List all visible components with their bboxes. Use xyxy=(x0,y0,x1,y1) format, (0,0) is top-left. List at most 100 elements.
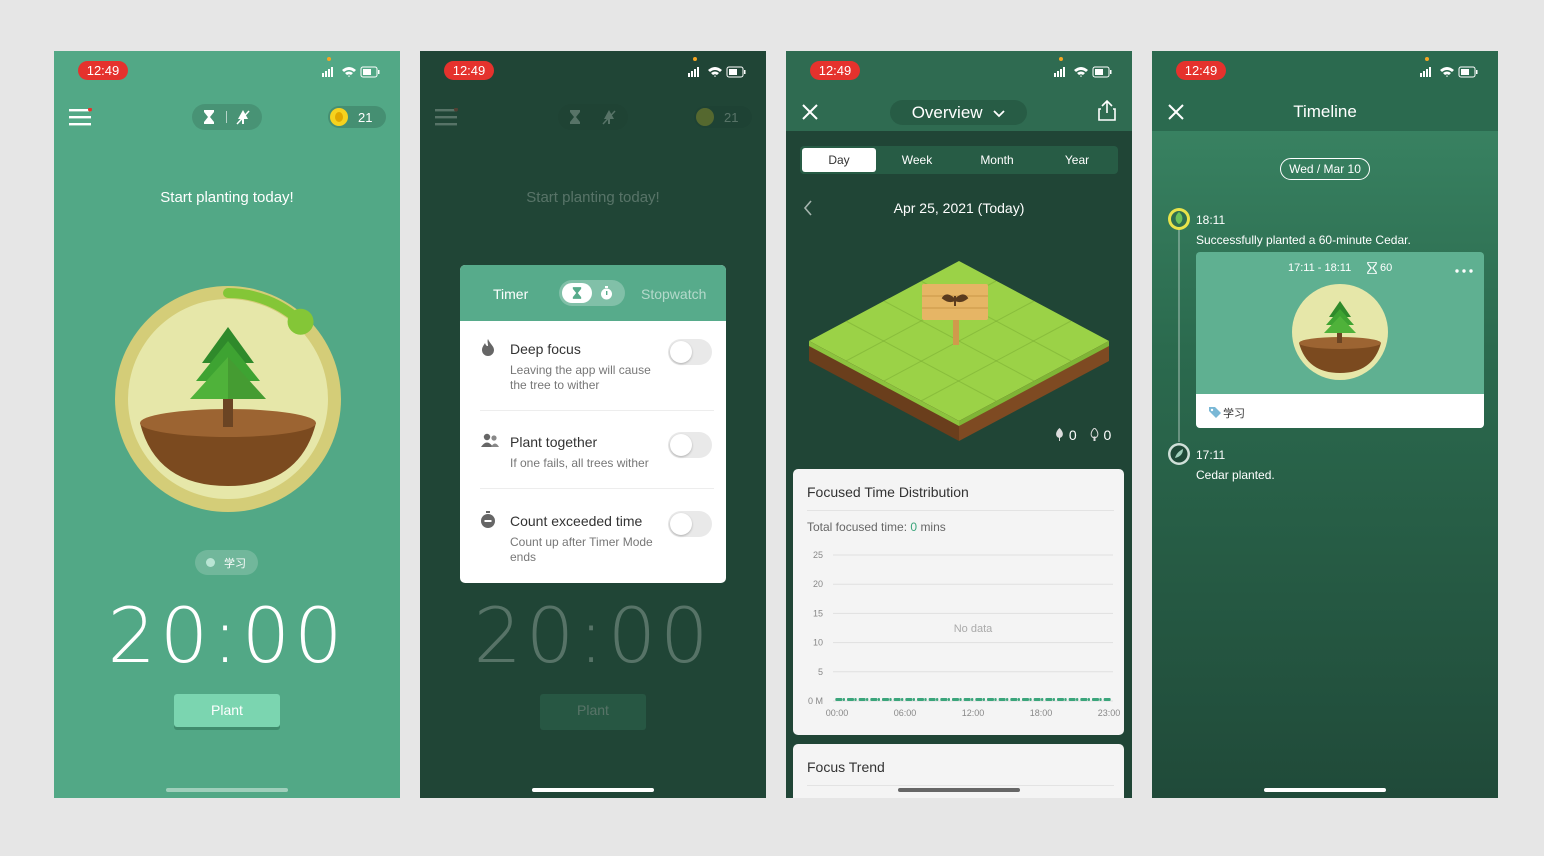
coin-icon xyxy=(696,108,714,126)
event-time: 18:11 xyxy=(1196,213,1226,227)
signal-wifi-battery-icon xyxy=(688,66,746,78)
plant-button[interactable]: Plant xyxy=(174,694,280,727)
bar-gap-mark xyxy=(947,698,950,701)
card-title: Focus Trend xyxy=(807,759,885,775)
option-description: Leaving the app will cause the tree to w… xyxy=(510,363,651,392)
bar-gap-mark xyxy=(854,698,857,701)
cedar-tree-icon xyxy=(1292,284,1388,380)
tab-week[interactable]: Week xyxy=(880,148,954,172)
card-title: Focused Time Distribution xyxy=(807,484,969,500)
overview-title: Overview xyxy=(911,103,983,122)
bar xyxy=(905,698,913,701)
healthy-count: 0 xyxy=(1068,427,1077,443)
overview-dropdown[interactable]: Overview xyxy=(890,100,1027,125)
y-tick-label: 25 xyxy=(813,550,823,560)
hourglass-icon xyxy=(572,287,582,299)
mic-indicator xyxy=(1059,57,1063,61)
mic-indicator xyxy=(1425,57,1429,61)
bar xyxy=(975,698,983,701)
timer-stopwatch-switch[interactable] xyxy=(559,280,625,306)
deep-focus-toggle[interactable] xyxy=(668,339,712,365)
status-bar: 12:49 xyxy=(54,51,400,87)
bar xyxy=(882,698,889,701)
more-icon[interactable] xyxy=(1455,269,1473,273)
bar xyxy=(870,698,878,701)
x-tick-label: 12:00 xyxy=(962,708,985,718)
timer-mode-modal: Timer Stopwatch Deep focus Leaving the a… xyxy=(460,265,726,583)
plant-together-toggle[interactable] xyxy=(668,432,712,458)
forest-island xyxy=(809,261,1109,441)
status-time: 12:49 xyxy=(810,61,860,80)
people-icon xyxy=(481,433,499,447)
bar-gap-mark xyxy=(1041,698,1044,701)
x-tick-label: 23:00 xyxy=(1098,708,1121,718)
coin-balance[interactable]: 21 xyxy=(328,106,386,128)
bar-gap-mark xyxy=(912,698,915,701)
bar-gap-mark xyxy=(936,698,939,701)
count-exceeded-toggle[interactable] xyxy=(668,511,712,537)
withered-tree-icon xyxy=(602,110,616,125)
coin-balance: 21 xyxy=(694,106,752,128)
bar xyxy=(987,698,994,701)
coin-count: 21 xyxy=(358,110,373,125)
bar-gap-mark xyxy=(1076,698,1079,701)
signal-wifi-battery-icon xyxy=(322,66,380,78)
healthy-tree-icon xyxy=(1056,428,1063,441)
menu-icon[interactable] xyxy=(69,108,93,126)
home-indicator xyxy=(166,788,288,792)
bar-gap-mark xyxy=(866,698,869,701)
divider xyxy=(480,488,714,489)
session-tag: 学习 xyxy=(1223,408,1245,420)
tag-icon xyxy=(1209,407,1221,418)
focus-distribution-chart: 25 20 15 10 5 0 M00:00 06:00 12:00 18:00 23:00 No … xyxy=(808,550,1121,718)
tag-color-dot xyxy=(206,558,215,567)
selected-date: Apr 25, 2021 (Today) xyxy=(893,200,1025,216)
option-title: Deep focus xyxy=(510,341,581,357)
bar-gap-mark xyxy=(1099,698,1102,701)
bar xyxy=(858,698,866,701)
bar-gap-mark xyxy=(1029,698,1032,701)
bar-gap-mark xyxy=(1017,698,1020,701)
modal-header: Timer Stopwatch xyxy=(460,265,726,321)
timer-display[interactable]: 20:00 xyxy=(54,591,400,680)
divider xyxy=(480,410,714,411)
close-icon[interactable] xyxy=(801,103,819,121)
overview-screen: 12:49 Overview Day Week Month Year Apr 2… xyxy=(786,51,1132,798)
tab-day[interactable]: Day xyxy=(802,148,876,172)
bar-gap-mark xyxy=(901,698,904,701)
share-icon[interactable] xyxy=(1097,100,1117,122)
signal-wifi-battery-icon xyxy=(1420,66,1478,78)
tag-selector[interactable]: 学习 xyxy=(195,550,258,575)
bar xyxy=(963,698,971,701)
tree-counts: 0 0 xyxy=(1054,427,1111,443)
tab-month[interactable]: Month xyxy=(959,148,1035,172)
timeline-date[interactable]: Wed / Mar 10 xyxy=(1280,158,1370,180)
x-tick-label: 00:00 xyxy=(826,708,849,718)
bar xyxy=(998,698,1006,701)
mode-toggle xyxy=(558,104,628,130)
status-bar: 12:49 xyxy=(1152,51,1498,87)
tab-year[interactable]: Year xyxy=(1039,148,1115,172)
flame-icon xyxy=(482,339,494,356)
bar xyxy=(928,698,936,701)
page-title: Timeline xyxy=(1293,102,1357,121)
tree-progress-ring[interactable] xyxy=(110,281,346,517)
stopwatch-mode-label[interactable]: Stopwatch xyxy=(641,286,706,302)
total-label: Total focused time: xyxy=(807,520,908,534)
empty-state-label: No data xyxy=(954,623,993,635)
y-tick-label: 10 xyxy=(813,638,823,648)
planting-prompt: Start planting today! xyxy=(160,189,294,206)
session-card[interactable]: 17:11 - 18:11 60 学习 xyxy=(1196,252,1484,428)
bar xyxy=(893,698,901,701)
home-indicator xyxy=(1264,788,1386,792)
bar-gap-mark xyxy=(877,698,880,701)
coin-icon xyxy=(330,108,348,126)
withered-tree-icon xyxy=(236,110,250,125)
timer-display: 20:00 xyxy=(473,591,713,680)
mode-toggle[interactable] xyxy=(192,104,262,130)
stopwatch-icon xyxy=(601,286,612,300)
timer-mode-label[interactable]: Timer xyxy=(493,286,528,302)
status-bar: 12:49 xyxy=(786,51,1132,87)
bar xyxy=(917,698,924,701)
bar-gap-mark xyxy=(924,698,927,701)
